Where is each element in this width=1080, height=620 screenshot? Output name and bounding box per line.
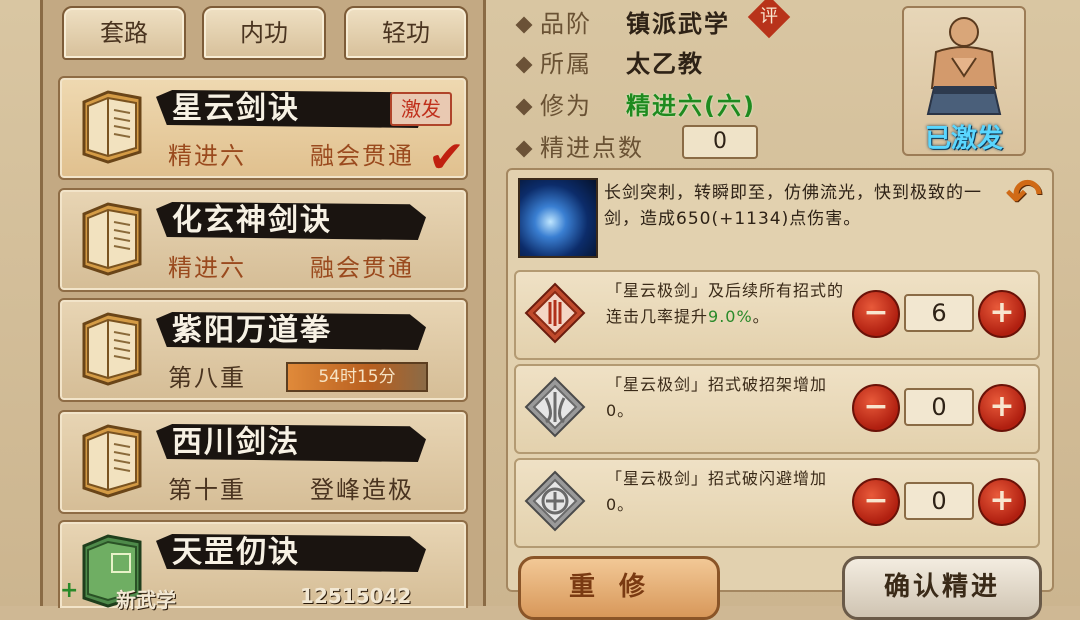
skill-status: 融会贯通 [310,142,414,170]
effect-card: 「星云极剑」招式破招架增加0。 − 0 + [514,364,1040,454]
attr-points: 精进点数 [515,128,644,163]
activated-badge: 激发 [390,92,452,126]
new-skill-label: 新武学 [116,588,176,612]
skill-description-box: 长剑突刺，转瞬即至，仿佛流光，快到极致的一剑，造成650(+1134)点伤害。 [514,174,1044,260]
effect-value: 0 [904,482,974,520]
skill-description: 长剑突刺，转瞬即至，仿佛流光，快到极致的一剑，造成650(+1134)点伤害。 [604,183,982,229]
effect-description: 「星云极剑」招式破闪避增加0。 [606,469,828,514]
book-icon [82,424,142,498]
attr-sect: 所属 太乙教 [515,44,702,79]
back-arrow-icon[interactable]: ↶ [996,168,1052,224]
tab-neigong[interactable]: 内功 [202,6,326,60]
effect-description: 「星云极剑」及后续所有招式的连击几率提升9.0%。 [606,281,845,326]
skill-list-item[interactable]: 星云剑诀 激发 精进六 融会贯通 ✔ [58,76,468,183]
diamond-icon [515,98,533,116]
skill-name: 天罡仞诀 [172,535,300,570]
checkmark-icon: ✔ [428,132,465,183]
skill-status: 登峰造极 [310,476,414,504]
diamond-icon [515,140,533,158]
diamond-icon [515,16,533,34]
plus-button[interactable]: + [978,290,1026,338]
skill-list-item[interactable]: 紫阳万道拳 第八重 54时15分 [58,298,468,402]
bottom-bar: + 新武学 12515042 [50,578,480,612]
combo-effect-icon [524,282,586,344]
skill-list-item[interactable]: 西川剑法 第十重 登峰造极 [58,410,468,514]
skill-name: 西川剑法 [172,425,300,460]
parry-break-icon [524,376,586,438]
attr-cultivation: 修为 精进六(六) [515,86,754,121]
tab-qinggong[interactable]: 轻功 [344,6,468,60]
skill-level: 精进六 [168,254,246,282]
grade-value: 镇派武学 [626,10,730,38]
attr-grade: 品阶 镇派武学 [515,4,728,39]
currency-value: 12515042 [300,584,412,608]
monk-figure-icon [926,17,1002,115]
minus-button[interactable]: − [852,478,900,526]
skill-name: 紫阳万道拳 [172,313,332,348]
plus-button[interactable]: + [978,478,1026,526]
reset-button[interactable]: 重修 [518,556,720,620]
cultivation-value: 精进六(六) [626,92,756,120]
effect-description: 「星云极剑」招式破招架增加0。 [606,375,828,420]
minus-button[interactable]: − [852,290,900,338]
effect-card: 「星云极剑」及后续所有招式的连击几率提升9.0%。 − 6 + [514,270,1040,360]
skill-name: 化玄神剑诀 [172,203,332,238]
effect-card: 「星云极剑」招式破闪避增加0。 − 0 + [514,458,1040,548]
skill-name: 星云剑诀 [172,91,300,126]
skill-level: 精进六 [168,142,246,170]
plus-icon: + [60,578,79,603]
tab-taolu[interactable]: 套路 [62,6,186,60]
plus-button[interactable]: + [978,384,1026,432]
training-timer: 54时15分 [286,362,428,392]
character-portrait: 已激发 [902,6,1026,156]
effect-value: 6 [904,294,974,332]
activated-status: 已激发 [924,124,1003,154]
dodge-break-icon [524,470,586,532]
book-icon [82,202,142,276]
skill-level: 第十重 [168,476,246,504]
book-icon [82,90,142,164]
book-icon [82,312,142,386]
diamond-icon [515,56,533,74]
confirm-advance-button[interactable]: 确认精进 [842,556,1042,620]
effect-value: 0 [904,388,974,426]
sect-value: 太乙教 [626,50,704,78]
skill-status: 融会贯通 [310,254,414,282]
skill-list-item[interactable]: 化玄神剑诀 精进六 融会贯通 [58,188,468,292]
points-value: 0 [682,125,758,159]
minus-button[interactable]: − [852,384,900,432]
skill-level: 第八重 [168,364,246,392]
sword-skill-icon [518,178,598,258]
